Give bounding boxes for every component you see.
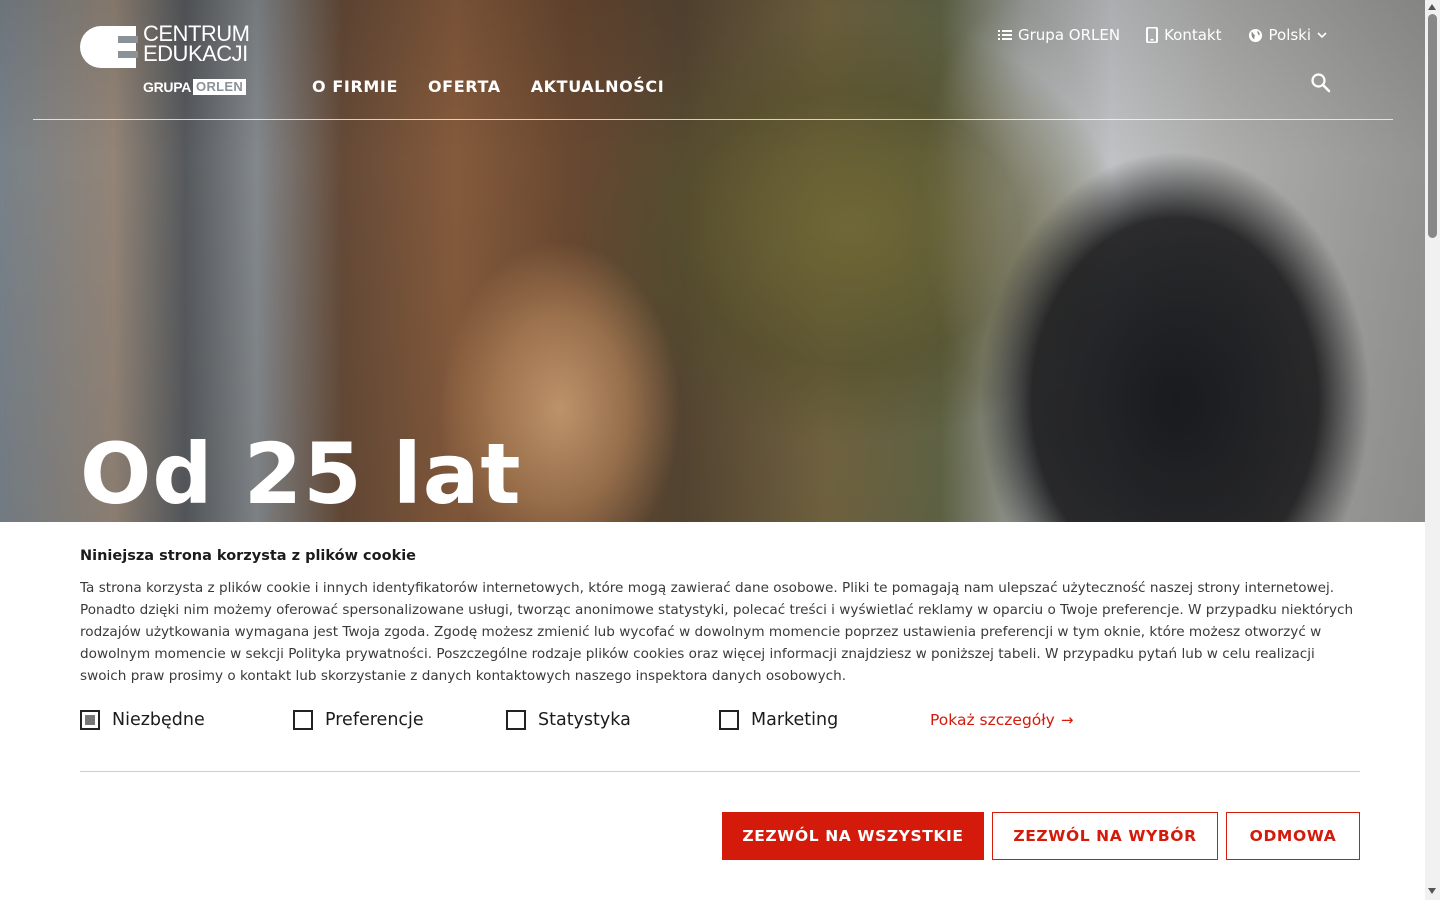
deny-button[interactable]: ODMOWA	[1226, 812, 1360, 860]
checkbox-preferencje-box[interactable]	[293, 710, 313, 730]
scrollbar-thumb[interactable]	[1428, 14, 1437, 238]
allow-all-button[interactable]: ZEZWÓL NA WSZYSTKIE	[722, 812, 984, 860]
checkbox-niezbedne-label: Niezbędne	[112, 710, 205, 730]
main-nav: O FIRMIE OFERTA AKTUALNOŚCI	[312, 77, 664, 96]
top-links: Grupa ORLEN Kontakt Polski	[998, 26, 1327, 44]
nav-item-aktualnosci[interactable]: AKTUALNOŚCI	[531, 77, 665, 96]
checkbox-niezbedne[interactable]: Niezbędne	[80, 710, 293, 730]
logo-grupa: GRUPA	[143, 79, 192, 95]
scroll-up-icon[interactable]	[1428, 4, 1436, 10]
allow-selection-button[interactable]: ZEZWÓL NA WYBÓR	[992, 812, 1218, 860]
kontakt-link[interactable]: Kontakt	[1146, 26, 1222, 44]
checkbox-marketing[interactable]: Marketing	[719, 710, 930, 730]
grupa-orlen-label: Grupa ORLEN	[1018, 26, 1121, 44]
cookie-categories: Niezbędne Preferencje Statystyka Marketi…	[80, 710, 1073, 730]
chevron-down-icon	[1317, 32, 1327, 39]
arrow-right-icon: →	[1060, 711, 1074, 729]
nav-item-oferta[interactable]: OFERTA	[428, 77, 501, 96]
header-divider	[33, 119, 1393, 120]
search-button[interactable]	[1310, 72, 1332, 98]
logo-line-2: EDUKACJI	[143, 41, 248, 66]
nav-item-o-firmie[interactable]: O FIRMIE	[312, 77, 398, 96]
list-icon	[998, 30, 1012, 40]
cookie-title: Niniejsza strona korzysta z plików cooki…	[80, 548, 417, 564]
phone-icon	[1146, 27, 1159, 43]
logo-orlen: ORLEN	[193, 79, 247, 95]
kontakt-label: Kontakt	[1164, 26, 1222, 44]
checkbox-marketing-box[interactable]	[719, 710, 739, 730]
cookie-banner: Niniejsza strona korzysta z plików cooki…	[0, 522, 1425, 900]
checkbox-niezbedne-box[interactable]	[80, 710, 100, 730]
checkbox-marketing-label: Marketing	[751, 710, 839, 730]
search-icon	[1311, 73, 1331, 93]
language-label: Polski	[1268, 26, 1312, 44]
hero-title: Od 25 lat	[80, 425, 522, 523]
checkbox-statystyka-label: Statystyka	[538, 710, 631, 730]
scroll-down-icon[interactable]	[1428, 888, 1436, 894]
logo-group: GRUPA ORLEN	[143, 79, 247, 95]
checkbox-preferencje-label: Preferencje	[325, 710, 424, 730]
language-selector[interactable]: Polski	[1248, 26, 1328, 44]
logo-text: CENTRUM EDUKACJI	[143, 23, 250, 66]
show-details-link[interactable]: Pokaż szczegóły →	[930, 711, 1073, 729]
checkbox-preferencje[interactable]: Preferencje	[293, 710, 506, 730]
cookie-divider	[80, 771, 1360, 772]
globe-icon	[1248, 28, 1262, 42]
show-details-label: Pokaż szczegóły	[930, 711, 1055, 729]
logo-mark	[80, 26, 138, 68]
checkbox-statystyka[interactable]: Statystyka	[506, 710, 719, 730]
page-scrollbar[interactable]	[1425, 0, 1440, 900]
checkbox-statystyka-box[interactable]	[506, 710, 526, 730]
site-logo[interactable]: CENTRUM EDUKACJI GRUPA ORLEN	[80, 23, 270, 98]
cookie-description: Ta strona korzysta z plików cookie i inn…	[80, 580, 1354, 684]
grupa-orlen-link[interactable]: Grupa ORLEN	[998, 26, 1120, 44]
